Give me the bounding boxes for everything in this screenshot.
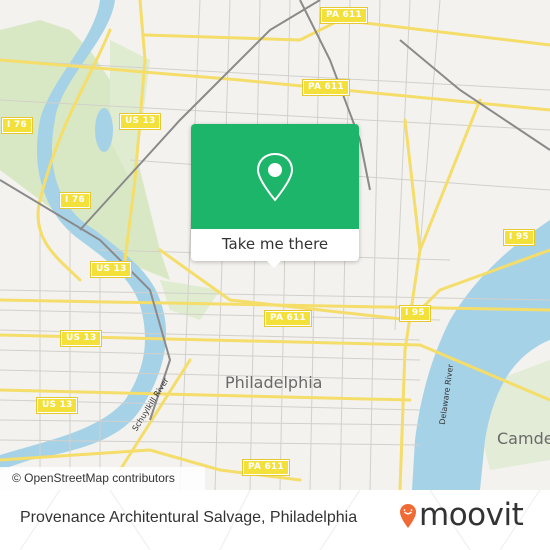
- route-shield-i76: I 76: [2, 118, 32, 133]
- route-shield-i95: I 95: [504, 230, 534, 245]
- footer-bar: Provenance Architentural Salvage, Philad…: [0, 490, 550, 550]
- route-shield-pa611: PA 611: [243, 460, 289, 475]
- moovit-pin-icon: [400, 504, 416, 528]
- route-shield-pa611: PA 611: [303, 80, 349, 95]
- route-shield-i95: I 95: [400, 306, 430, 321]
- take-me-there-button[interactable]: Take me there: [191, 229, 359, 261]
- city-label-camden: Camden: [497, 429, 550, 448]
- route-shield-pa611: PA 611: [265, 311, 311, 326]
- route-shield-us13: US 13: [37, 398, 78, 413]
- place-title: Provenance Architentural Salvage, Philad…: [20, 509, 358, 526]
- route-shield-us13: US 13: [91, 262, 132, 277]
- popup-pointer: [265, 259, 283, 268]
- route-shield-pa611: PA 611: [321, 8, 367, 23]
- reservoir: [95, 108, 113, 152]
- destination-popup[interactable]: Take me there: [191, 124, 359, 268]
- popup-header: [191, 124, 359, 229]
- route-shield-us13: US 13: [120, 114, 161, 129]
- map-attribution[interactable]: © OpenStreetMap contributors: [0, 467, 205, 490]
- map-pin-icon: [256, 152, 294, 202]
- route-shield-us13: US 13: [61, 331, 102, 346]
- city-label-philadelphia: Philadelphia: [225, 373, 323, 392]
- route-shield-i76: I 76: [60, 193, 90, 208]
- moovit-wordmark: moovit: [419, 497, 524, 533]
